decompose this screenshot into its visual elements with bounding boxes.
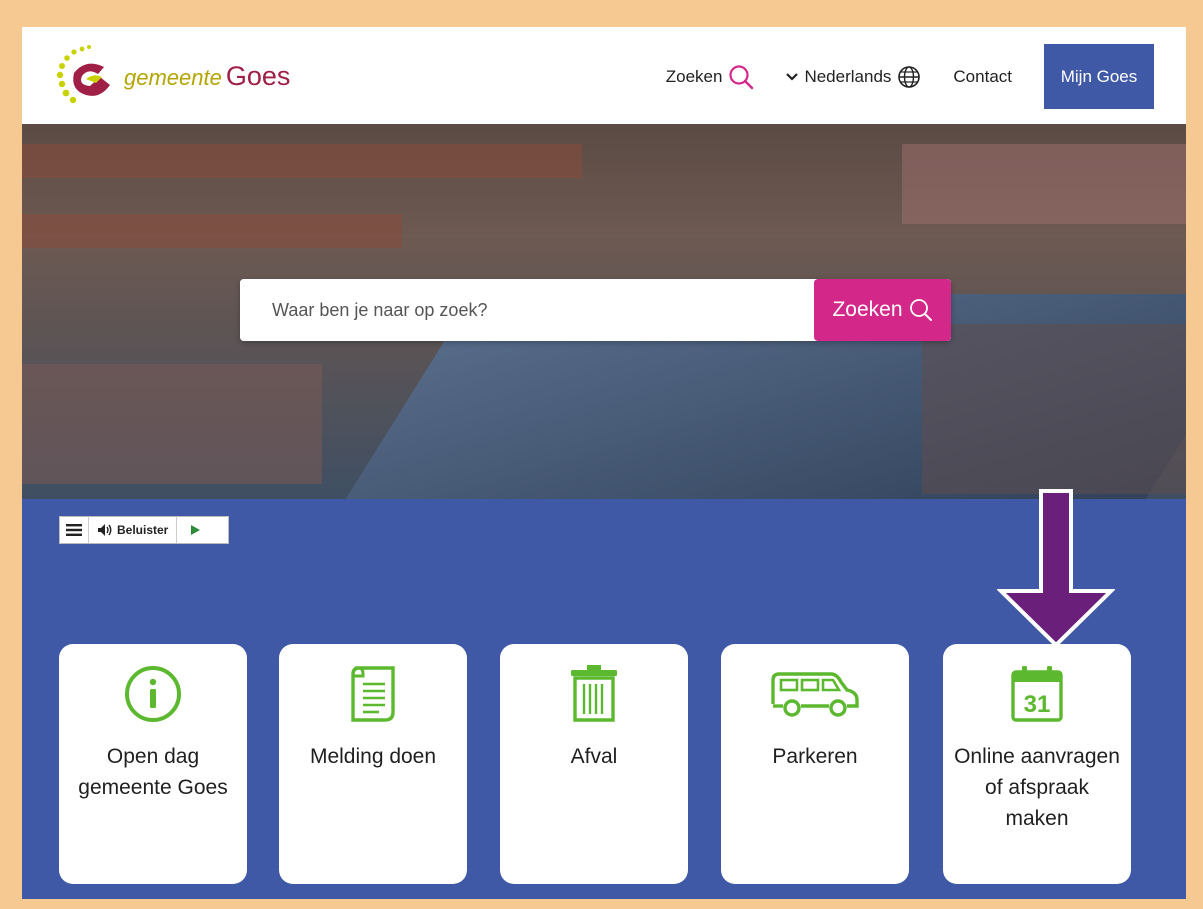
- nav-language-label: Nederlands: [804, 66, 892, 86]
- tile-parkeren[interactable]: Parkeren: [721, 644, 909, 884]
- hero-buildings: [922, 324, 1186, 494]
- chevron-down-icon: [786, 72, 799, 81]
- nav-contact-label: Contact: [953, 66, 1012, 86]
- hero-buildings: [902, 144, 1186, 224]
- speaker-icon: [98, 524, 112, 536]
- nav-contact[interactable]: Contact: [953, 67, 1012, 87]
- tile-afval[interactable]: Afval: [500, 644, 688, 884]
- page-frame: gemeente Goes Zoeken Nederlands Contact …: [22, 27, 1186, 899]
- annotation-arrow-icon: [997, 489, 1115, 648]
- search-icon: [909, 299, 932, 321]
- globe-icon: [898, 65, 921, 88]
- tile-label: Open dag gemeente Goes: [78, 745, 228, 799]
- search-button[interactable]: Zoeken: [814, 279, 951, 341]
- listen-label: Beluister: [117, 523, 169, 537]
- logo-text: gemeente Goes: [124, 61, 290, 92]
- main-nav: Zoeken Nederlands Contact Mijn Goes: [666, 44, 1154, 109]
- logo-name: Goes: [225, 60, 291, 91]
- trash-icon: [571, 665, 617, 722]
- nav-language[interactable]: Nederlands: [786, 65, 921, 89]
- play-button[interactable]: [177, 524, 213, 536]
- logo-icon: [56, 45, 110, 104]
- mijn-goes-button[interactable]: Mijn Goes: [1044, 44, 1154, 109]
- play-icon: [191, 525, 201, 535]
- logo[interactable]: gemeente Goes: [56, 41, 290, 111]
- mijn-goes-label: Mijn Goes: [1060, 66, 1138, 86]
- calendar-icon: 31: [1011, 666, 1063, 722]
- logo-prefix: gemeente: [124, 64, 222, 90]
- listen-button[interactable]: Beluister: [89, 517, 178, 543]
- search-icon: [729, 64, 754, 89]
- hero-search: Zoeken: [240, 279, 951, 341]
- document-icon: [351, 666, 395, 722]
- readspeaker-toolbar: Beluister: [59, 516, 229, 544]
- hero-rooftops: [22, 214, 402, 248]
- tile-label: Afval: [570, 745, 618, 768]
- search-button-label: Zoeken: [832, 298, 903, 321]
- info-icon: [125, 666, 181, 722]
- menu-button[interactable]: [60, 517, 89, 543]
- hero-banner: Zoeken: [22, 124, 1186, 499]
- search-input[interactable]: [240, 279, 814, 341]
- tile-label: Online aanvragen of afspraak maken: [954, 745, 1120, 830]
- menu-icon: [66, 524, 82, 536]
- hero-rooftops: [22, 144, 582, 178]
- tile-online-aanvragen[interactable]: 31 Online aanvragen of afspraak maken: [943, 644, 1131, 884]
- tile-label: Parkeren: [772, 745, 858, 768]
- tile-open-dag[interactable]: Open dag gemeente Goes: [59, 644, 247, 884]
- hero-buildings: [22, 364, 322, 484]
- nav-search-label: Zoeken: [665, 66, 723, 86]
- tile-label: Melding doen: [309, 745, 437, 768]
- header: gemeente Goes Zoeken Nederlands Contact …: [22, 27, 1186, 124]
- calendar-day: 31: [1024, 691, 1051, 718]
- nav-search[interactable]: Zoeken: [666, 64, 755, 90]
- car-icon: [771, 672, 859, 717]
- tile-melding-doen[interactable]: Melding doen: [279, 644, 467, 884]
